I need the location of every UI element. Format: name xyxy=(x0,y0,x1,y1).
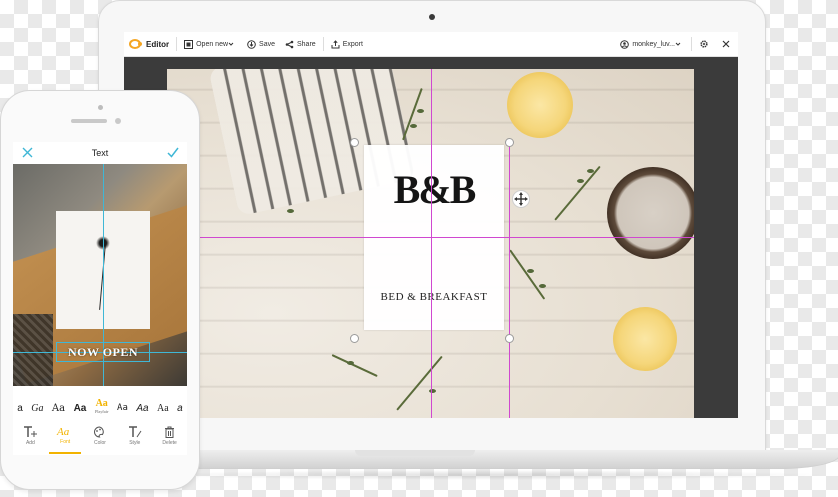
open-new-label: Open new xyxy=(196,40,229,48)
share-label: Share xyxy=(297,40,316,48)
chevron-down-icon xyxy=(675,42,681,46)
check-icon[interactable] xyxy=(167,147,179,158)
herb-sprig xyxy=(402,87,423,141)
chair-image xyxy=(13,314,53,386)
herb-sprig xyxy=(554,165,601,221)
export-label: Export xyxy=(342,40,363,48)
card-monogram: B&B xyxy=(393,167,477,212)
lemon-slice-image xyxy=(613,307,677,371)
laptop-screen: Editor Open new Save Share Export monkey… xyxy=(124,32,738,418)
resize-handle[interactable] xyxy=(350,138,359,147)
tool-font[interactable]: Aa Font xyxy=(49,418,82,454)
save-icon xyxy=(247,39,256,49)
tool-bar: Add Aa Font Color Style Delete xyxy=(13,418,187,454)
tool-delete[interactable]: Delete xyxy=(154,418,186,454)
share-button[interactable]: Share xyxy=(280,32,321,56)
laptop-base xyxy=(118,450,838,469)
font-option[interactable]: Aa xyxy=(136,403,148,414)
card-title: BED & BREAKFAST xyxy=(380,291,488,303)
font-option[interactable]: Ga xyxy=(31,403,43,414)
tool-add[interactable]: Add xyxy=(14,418,46,454)
save-button[interactable]: Save xyxy=(242,32,280,56)
settings-button[interactable] xyxy=(694,32,717,56)
phone-screen: Text NOW OPEN a Ga Aa Aa Aa Playfair Aa A… xyxy=(13,142,187,455)
herb-sprig xyxy=(331,354,378,378)
save-label: Save xyxy=(259,40,275,48)
gear-icon xyxy=(700,40,708,48)
font-option[interactable]: a xyxy=(177,403,183,414)
export-button[interactable]: Export xyxy=(326,32,368,56)
editor-toolbar: Editor Open new Save Share Export monkey… xyxy=(124,32,738,57)
tool-color[interactable]: Color xyxy=(84,418,116,454)
close-icon xyxy=(722,40,730,48)
horizontal-guide xyxy=(167,237,694,238)
phone-frame: Text NOW OPEN a Ga Aa Aa Aa Playfair Aa A… xyxy=(0,90,200,490)
herb-sprig xyxy=(509,249,546,300)
chevron-down-icon xyxy=(228,42,234,46)
resize-handle[interactable] xyxy=(505,138,514,147)
app-label: Editor xyxy=(146,39,170,49)
resize-handle[interactable] xyxy=(350,334,359,343)
logo-icon xyxy=(129,39,142,49)
font-option-selected[interactable]: Aa Playfair xyxy=(95,398,109,414)
font-option[interactable]: Aa xyxy=(74,403,87,414)
now-open-text[interactable]: NOW OPEN xyxy=(56,342,150,362)
text-add-icon xyxy=(24,426,38,437)
tool-style[interactable]: Style xyxy=(119,418,151,454)
laptop-camera xyxy=(429,14,435,20)
close-icon[interactable] xyxy=(22,147,33,158)
style-icon xyxy=(128,426,142,438)
font-icon: Aa xyxy=(56,426,70,437)
user-name: monkey_luv... xyxy=(632,40,675,48)
lemon-slice-image xyxy=(507,72,573,138)
salt-bowl-image xyxy=(607,167,694,259)
move-handle-icon[interactable] xyxy=(512,190,530,208)
phone-header-title: Text xyxy=(91,148,109,158)
font-option[interactable]: Aa xyxy=(117,403,128,414)
share-icon xyxy=(285,40,294,48)
font-option[interactable]: Aa xyxy=(52,403,65,414)
design-canvas[interactable]: B&B BED & BREAKFAST xyxy=(167,69,694,418)
vertical-guide xyxy=(431,69,432,418)
resize-handle[interactable] xyxy=(505,334,514,343)
trash-icon xyxy=(165,426,175,438)
user-menu[interactable]: monkey_luv... xyxy=(615,32,689,56)
herb-sprig xyxy=(396,355,443,411)
export-icon xyxy=(331,39,340,48)
phone-photo-canvas[interactable]: NOW OPEN xyxy=(13,164,187,386)
font-option[interactable]: Aa xyxy=(157,403,169,414)
palette-icon xyxy=(94,426,105,438)
phone-header: Text xyxy=(13,142,187,164)
vertical-guide xyxy=(509,139,510,418)
svg-text:Aa: Aa xyxy=(56,426,70,437)
editor-logo[interactable]: Editor xyxy=(124,32,174,56)
font-option[interactable]: a xyxy=(17,403,23,414)
font-picker: a Ga Aa Aa Aa Playfair Aa Aa Aa a xyxy=(13,392,187,414)
open-new-button[interactable]: Open new xyxy=(179,32,242,56)
open-icon xyxy=(184,39,194,49)
close-button[interactable] xyxy=(717,32,738,56)
user-icon xyxy=(620,39,630,49)
